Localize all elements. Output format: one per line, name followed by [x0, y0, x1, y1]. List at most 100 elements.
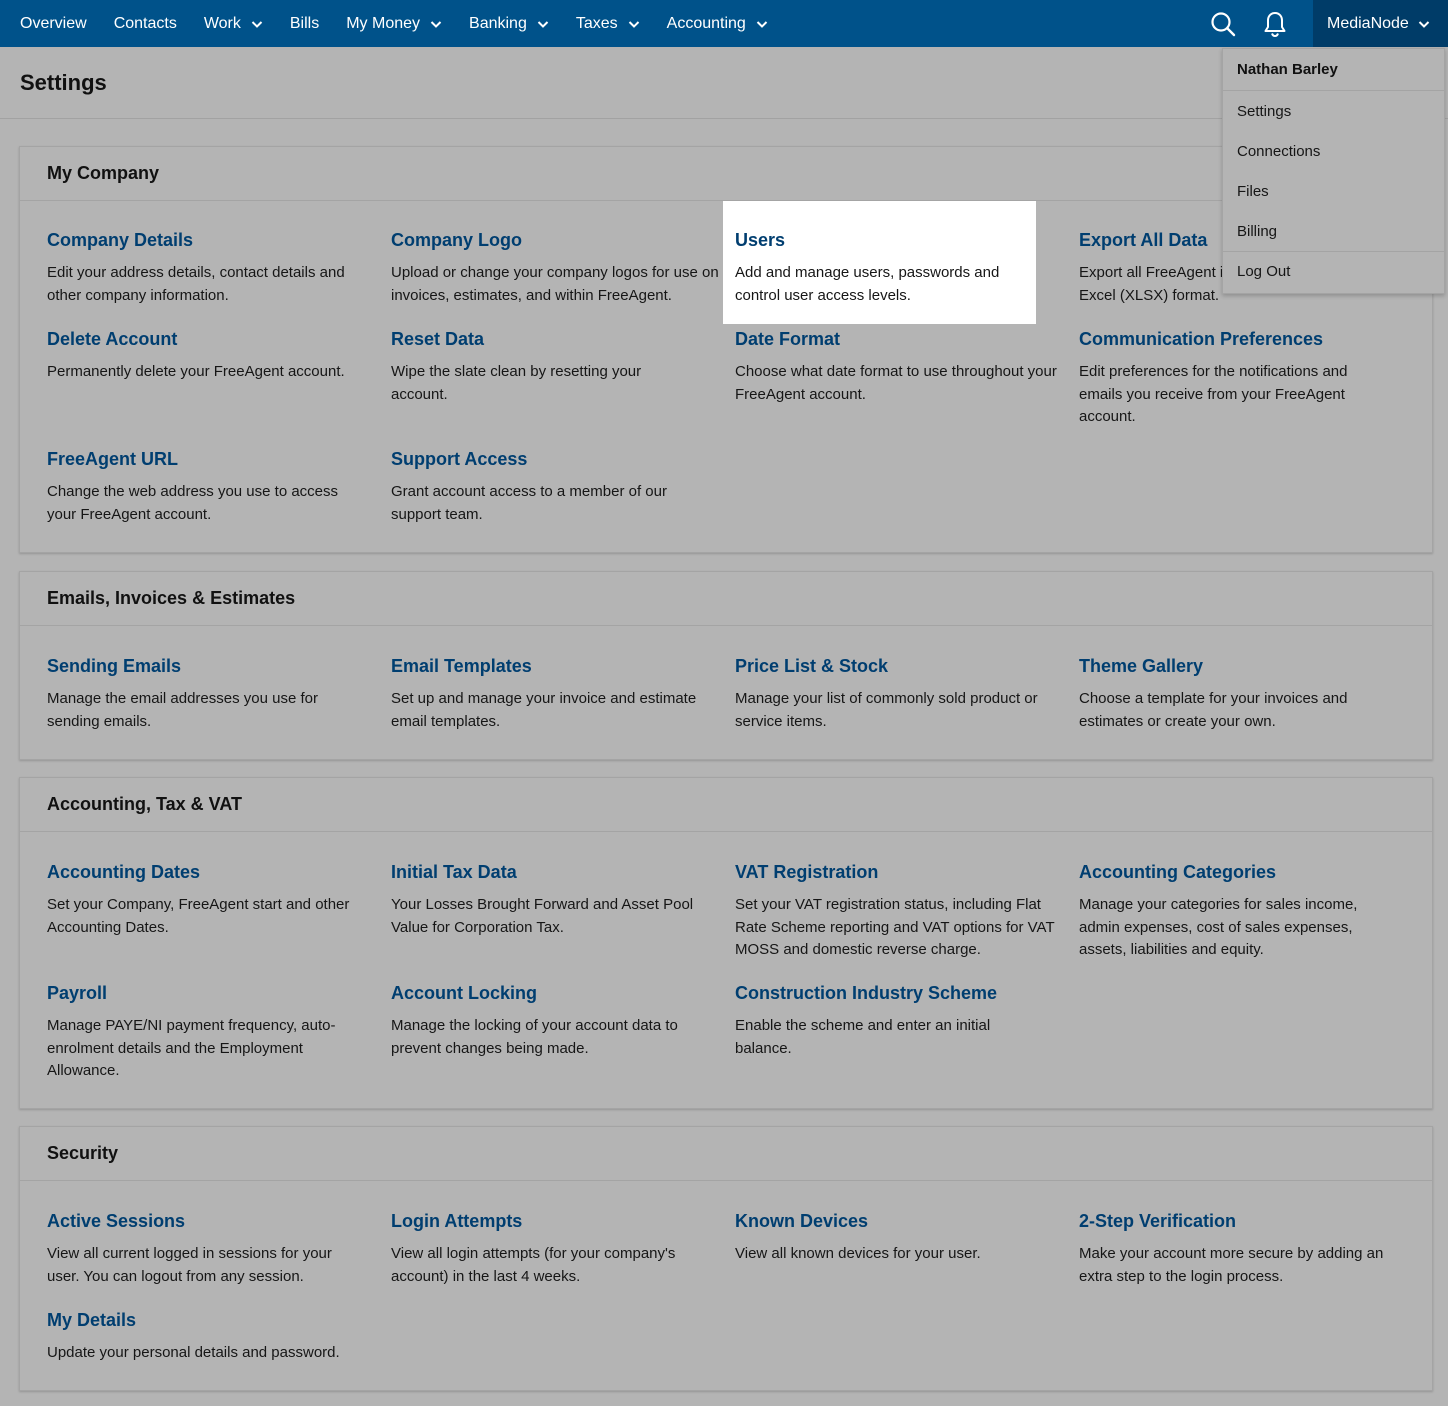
nav-right-controls: MediaNode	[1209, 0, 1448, 47]
accounting-dates-description: Set your Company, FreeAgent start and ot…	[47, 894, 377, 939]
sending-emails-link[interactable]: Sending Emails	[47, 656, 377, 677]
communication-preferences-link[interactable]: Communication Preferences	[1079, 329, 1409, 350]
delete-account-description: Permanently delete your FreeAgent accoun…	[47, 361, 377, 384]
menu-item-billing[interactable]: Billing	[1223, 211, 1444, 251]
setting-vat-registration: VAT Registration Set your VAT registrati…	[735, 862, 1065, 962]
search-icon	[1210, 11, 1236, 37]
account-menu-button[interactable]: MediaNode	[1313, 0, 1448, 47]
page-title: Settings	[20, 70, 107, 96]
account-dropdown-menu: Nathan Barley Settings Connections Files…	[1222, 48, 1445, 294]
users-link[interactable]: Users	[735, 230, 1024, 251]
nav-contacts[interactable]: Contacts	[114, 0, 177, 47]
nav-contacts-label: Contacts	[114, 15, 177, 33]
nav-work[interactable]: Work	[204, 0, 263, 47]
setting-payroll: Payroll Manage PAYE/NI payment frequency…	[47, 983, 377, 1083]
price-list-stock-link[interactable]: Price List & Stock	[735, 656, 1065, 677]
chevron-down-icon	[430, 18, 442, 30]
chevron-down-icon	[1418, 18, 1430, 30]
emails-invoices-estimates-panel: Emails, Invoices & Estimates Sending Ema…	[19, 571, 1433, 760]
price-list-stock-description: Manage your list of commonly sold produc…	[735, 688, 1065, 733]
setting-reset-data: Reset Data Wipe the slate clean by reset…	[391, 329, 721, 406]
my-company-panel: My Company Company Details Edit your add…	[19, 146, 1433, 553]
company-details-link[interactable]: Company Details	[47, 230, 377, 251]
menu-item-files[interactable]: Files	[1223, 171, 1444, 211]
company-logo-link[interactable]: Company Logo	[391, 230, 721, 251]
nav-my-money[interactable]: My Money	[346, 0, 442, 47]
section-title: Security	[20, 1127, 1432, 1181]
setting-known-devices: Known Devices View all known devices for…	[735, 1211, 1065, 1266]
accounting-dates-link[interactable]: Accounting Dates	[47, 862, 377, 883]
setting-accounting-categories: Accounting Categories Manage your catego…	[1079, 862, 1409, 962]
setting-company-logo: Company Logo Upload or change your compa…	[391, 230, 721, 307]
nav-work-label: Work	[204, 15, 241, 33]
nav-bills-label: Bills	[290, 15, 319, 33]
setting-delete-account: Delete Account Permanently delete your F…	[47, 329, 377, 384]
bell-icon	[1263, 11, 1287, 37]
2-step-verification-link[interactable]: 2-Step Verification	[1079, 1211, 1409, 1232]
menu-item-log-out[interactable]: Log Out	[1223, 251, 1444, 291]
search-button[interactable]	[1209, 10, 1237, 38]
nav-taxes[interactable]: Taxes	[576, 0, 640, 47]
account-locking-link[interactable]: Account Locking	[391, 983, 721, 1004]
nav-banking[interactable]: Banking	[469, 0, 549, 47]
reset-data-description: Wipe the slate clean by resetting your a…	[391, 361, 681, 406]
setting-company-details: Company Details Edit your address detail…	[47, 230, 377, 307]
login-attempts-description: View all login attempts (for your compan…	[391, 1243, 701, 1288]
company-details-description: Edit your address details, contact detai…	[47, 262, 377, 307]
setting-construction-industry-scheme: Construction Industry Scheme Enable the …	[735, 983, 1065, 1060]
support-access-link[interactable]: Support Access	[391, 449, 721, 470]
support-access-description: Grant account access to a member of our …	[391, 481, 701, 526]
reset-data-link[interactable]: Reset Data	[391, 329, 721, 350]
main-nav: Overview Contacts Work Bills My Money Ba…	[0, 0, 795, 47]
section-title: My Company	[20, 147, 1432, 201]
setting-my-details: My Details Update your personal details …	[47, 1310, 377, 1365]
nav-overview[interactable]: Overview	[20, 0, 87, 47]
security-panel: Security Active Sessions View all curren…	[19, 1126, 1433, 1391]
my-details-link[interactable]: My Details	[47, 1310, 377, 1331]
top-navigation-bar: Overview Contacts Work Bills My Money Ba…	[0, 0, 1448, 47]
2-step-verification-description: Make your account more secure by adding …	[1079, 1243, 1409, 1288]
login-attempts-link[interactable]: Login Attempts	[391, 1211, 721, 1232]
setting-initial-tax-data: Initial Tax Data Your Losses Brought For…	[391, 862, 721, 939]
active-sessions-link[interactable]: Active Sessions	[47, 1211, 377, 1232]
menu-item-connections[interactable]: Connections	[1223, 131, 1444, 171]
theme-gallery-link[interactable]: Theme Gallery	[1079, 656, 1409, 677]
nav-accounting[interactable]: Accounting	[667, 0, 768, 47]
accounting-categories-link[interactable]: Accounting Categories	[1079, 862, 1409, 883]
accounting-tax-vat-panel: Accounting, Tax & VAT Accounting Dates S…	[19, 777, 1433, 1109]
setting-users: Users Add and manage users, passwords an…	[723, 201, 1036, 324]
setting-price-list-stock: Price List & Stock Manage your list of c…	[735, 656, 1065, 733]
my-details-description: Update your personal details and passwor…	[47, 1342, 377, 1365]
setting-login-attempts: Login Attempts View all login attempts (…	[391, 1211, 721, 1288]
nav-overview-label: Overview	[20, 15, 87, 33]
payroll-link[interactable]: Payroll	[47, 983, 377, 1004]
communication-preferences-description: Edit preferences for the notifications a…	[1079, 361, 1379, 429]
freeagent-url-link[interactable]: FreeAgent URL	[47, 449, 377, 470]
initial-tax-data-link[interactable]: Initial Tax Data	[391, 862, 721, 883]
nav-accounting-label: Accounting	[667, 15, 746, 33]
vat-registration-description: Set your VAT registration status, includ…	[735, 894, 1065, 962]
chevron-down-icon	[756, 18, 768, 30]
setting-theme-gallery: Theme Gallery Choose a template for your…	[1079, 656, 1409, 733]
construction-industry-scheme-link[interactable]: Construction Industry Scheme	[735, 983, 1065, 1004]
vat-registration-link[interactable]: VAT Registration	[735, 862, 1065, 883]
chevron-down-icon	[537, 18, 549, 30]
account-locking-description: Manage the locking of your account data …	[391, 1015, 711, 1060]
known-devices-link[interactable]: Known Devices	[735, 1211, 1065, 1232]
setting-freeagent-url: FreeAgent URL Change the web address you…	[47, 449, 377, 526]
theme-gallery-description: Choose a template for your invoices and …	[1079, 688, 1379, 733]
notifications-button[interactable]	[1261, 10, 1289, 38]
export-all-data-description: Export all FreeAgent in Excel (XLSX) for…	[1079, 262, 1239, 307]
setting-email-templates: Email Templates Set up and manage your i…	[391, 656, 721, 733]
email-templates-description: Set up and manage your invoice and estim…	[391, 688, 721, 733]
delete-account-link[interactable]: Delete Account	[47, 329, 377, 350]
accounting-categories-description: Manage your categories for sales income,…	[1079, 894, 1379, 962]
nav-bills[interactable]: Bills	[290, 0, 319, 47]
initial-tax-data-description: Your Losses Brought Forward and Asset Po…	[391, 894, 721, 939]
menu-item-settings[interactable]: Settings	[1223, 91, 1444, 131]
nav-taxes-label: Taxes	[576, 15, 618, 33]
chevron-down-icon	[628, 18, 640, 30]
email-templates-link[interactable]: Email Templates	[391, 656, 721, 677]
active-sessions-description: View all current logged in sessions for …	[47, 1243, 357, 1288]
date-format-link[interactable]: Date Format	[735, 329, 1065, 350]
